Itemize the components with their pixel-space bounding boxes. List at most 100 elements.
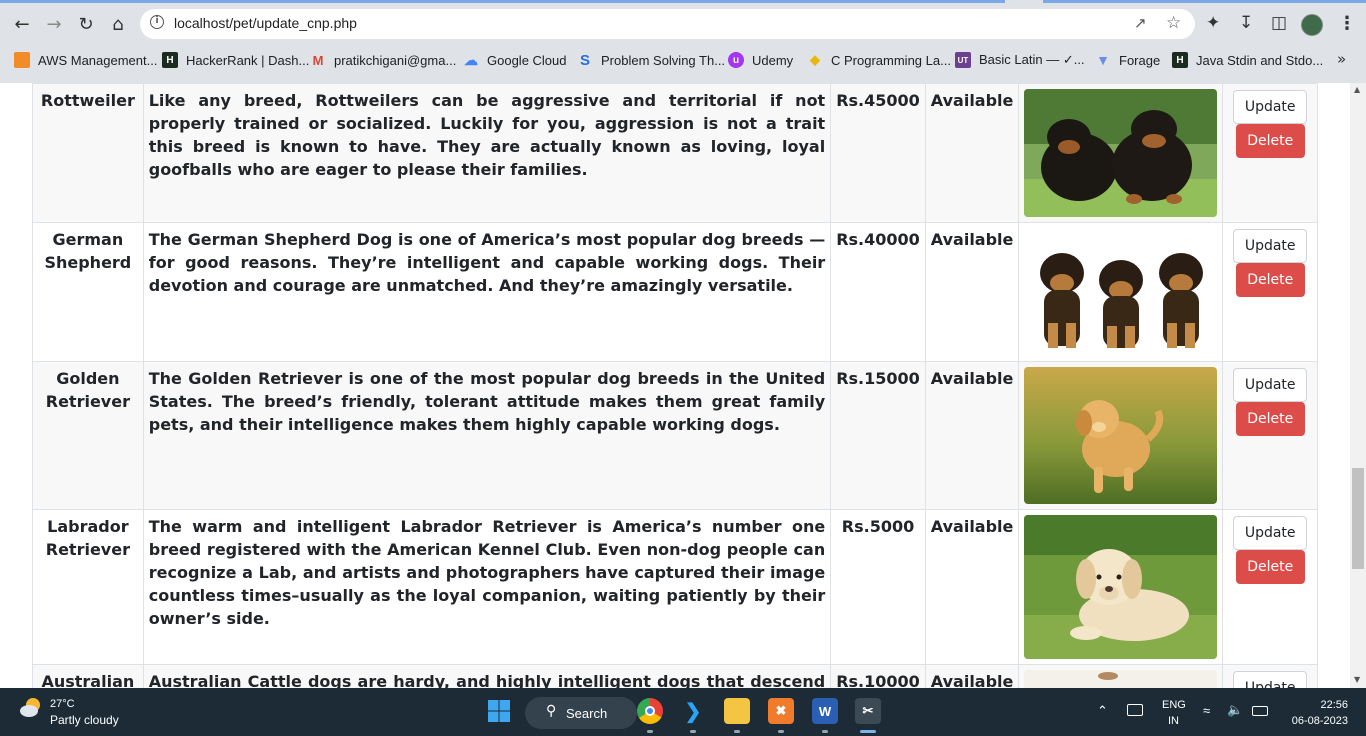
active-indicator xyxy=(860,730,876,733)
delete-button[interactable]: Delete xyxy=(1235,263,1305,297)
chrome-icon[interactable] xyxy=(637,698,663,724)
running-indicator xyxy=(778,730,784,733)
home-icon[interactable]: ⌂ xyxy=(103,9,133,39)
pet-name: Rottweiler xyxy=(32,83,144,223)
pet-description: The German Shepherd Dog is one of Americ… xyxy=(142,222,832,362)
snipping-tool-icon[interactable]: ✂ xyxy=(855,698,881,724)
volume-icon[interactable]: 🔈 xyxy=(1227,702,1243,718)
hackerrank-icon: H xyxy=(162,52,178,68)
bookmark-forage[interactable]: ▼ Forage xyxy=(1095,50,1160,70)
page-scrollbar[interactable]: ▲ ▼ xyxy=(1350,83,1366,688)
udemy-icon: u xyxy=(728,52,744,68)
bookmark-gmail[interactable]: Mpratikchigani@gma... xyxy=(310,50,457,70)
search-icon: ⚲ xyxy=(546,703,557,719)
clock-time[interactable]: 22:56 xyxy=(1290,699,1348,711)
bookmark-problem-solving[interactable]: S Problem Solving Th... xyxy=(577,50,725,70)
golden-retriever-puppy-photo xyxy=(1024,367,1218,504)
side-panel-icon[interactable]: ◫ xyxy=(1271,13,1287,33)
url-text[interactable]: localhost/pet/update_cnp.php xyxy=(174,15,357,31)
taskbar-search[interactable]: ⚲ Search xyxy=(525,697,637,729)
address-bar[interactable]: i localhost/pet/update_cnp.php ↗ ☆ xyxy=(140,9,1195,39)
bookmark-label: HackerRank | Dash... xyxy=(186,52,310,68)
bookmark-label: Basic Latin — ✓... xyxy=(979,52,1085,67)
bookmark-label: AWS Management... xyxy=(38,52,158,68)
update-button[interactable]: Update xyxy=(1233,368,1308,402)
region-label[interactable]: IN xyxy=(1168,715,1179,727)
tab-indicator xyxy=(1043,0,1366,3)
delete-button[interactable]: Delete xyxy=(1235,124,1305,158)
clock-date[interactable]: 06-08-2023 xyxy=(1280,715,1348,727)
weather-temperature[interactable]: 27°C xyxy=(50,698,75,710)
battery-icon[interactable] xyxy=(1252,706,1268,716)
download-icon[interactable]: ↧ xyxy=(1239,13,1253,33)
bookmarks-bar: AWS Management... H HackerRank | Dash... … xyxy=(0,44,1366,74)
pet-price: Rs.40000 xyxy=(830,222,926,362)
vscode-icon[interactable]: ❯ xyxy=(680,698,706,724)
extensions-puzzle-icon[interactable]: ✦ xyxy=(1206,13,1220,33)
active-tab-indicator xyxy=(0,0,1005,3)
weather-description[interactable]: Partly cloudy xyxy=(50,713,119,727)
file-explorer-icon[interactable] xyxy=(724,698,750,724)
reload-icon[interactable]: ↻ xyxy=(71,9,101,39)
delete-button[interactable]: Delete xyxy=(1235,402,1305,436)
bookmark-c-programming[interactable]: ◆ C Programming La... xyxy=(807,50,951,70)
ut-icon: UT xyxy=(955,52,971,68)
partly-cloudy-icon[interactable] xyxy=(19,695,43,719)
pet-price: Rs.15000 xyxy=(830,361,926,510)
table-row: Golden Retriever The Golden Retriever is… xyxy=(32,361,1318,510)
bookmark-aws[interactable]: AWS Management... xyxy=(14,50,157,70)
bookmark-star-icon[interactable]: ☆ xyxy=(1166,13,1181,33)
bookmark-java-stdin[interactable]: H Java Stdin and Stdo... xyxy=(1172,50,1323,70)
s-icon: S xyxy=(579,51,590,69)
bookmark-google-cloud[interactable]: ☁ Google Cloud xyxy=(463,50,567,70)
pet-status: Available xyxy=(924,509,1020,665)
update-button[interactable]: Update xyxy=(1233,229,1308,263)
running-indicator xyxy=(822,730,828,733)
chevron-up-icon[interactable]: ⌃ xyxy=(1097,703,1108,719)
scroll-down-arrow-icon[interactable]: ▼ xyxy=(1354,675,1360,684)
site-info-icon[interactable]: i xyxy=(150,15,164,29)
page-content: Rottweiler Like any breed, Rottweilers c… xyxy=(0,83,1350,688)
update-button[interactable]: Update xyxy=(1233,90,1308,124)
browser-chrome: ← → ↻ ⌂ i localhost/pet/update_cnp.php ↗… xyxy=(0,0,1366,83)
keyboard-icon[interactable] xyxy=(1127,704,1143,716)
update-button[interactable]: Update xyxy=(1233,671,1308,688)
bookmarks-overflow-icon[interactable]: » xyxy=(1337,50,1346,68)
back-arrow-icon[interactable]: ← xyxy=(7,9,37,39)
scroll-up-arrow-icon[interactable]: ▲ xyxy=(1354,85,1360,94)
table-row: Labrador Retriever The warm and intellig… xyxy=(32,509,1318,665)
browser-toolbar: ← → ↻ ⌂ i localhost/pet/update_cnp.php ↗… xyxy=(0,4,1366,44)
pet-price: Rs.10000 xyxy=(830,664,926,688)
pet-name: Labrador Retriever xyxy=(32,509,144,665)
bookmark-label: C Programming La... xyxy=(831,52,951,68)
xampp-icon[interactable]: ✖ xyxy=(768,698,794,724)
table-row: Australian Australian Cattle dogs are ha… xyxy=(32,664,1318,688)
update-button[interactable]: Update xyxy=(1233,516,1308,550)
pet-image-cell xyxy=(1018,83,1224,223)
windows-start-icon[interactable] xyxy=(486,698,512,724)
bookmark-label: Java Stdin and Stdo... xyxy=(1196,52,1324,68)
menu-kebab-icon[interactable]: ⋮ xyxy=(1338,13,1356,34)
pet-image-cell xyxy=(1018,222,1224,362)
forward-arrow-icon[interactable]: → xyxy=(39,9,69,39)
actions-cell: Update Delete xyxy=(1222,83,1318,223)
search-label: Search xyxy=(566,706,608,721)
hackerrank-icon: H xyxy=(1172,52,1188,68)
profile-avatar[interactable] xyxy=(1301,14,1323,36)
bookmark-hackerrank[interactable]: H HackerRank | Dash... xyxy=(162,50,309,70)
language-label[interactable]: ENG xyxy=(1162,699,1186,711)
bookmark-udemy[interactable]: u Udemy xyxy=(728,50,793,70)
delete-button[interactable]: Delete xyxy=(1235,550,1305,584)
pet-name: Golden Retriever xyxy=(32,361,144,510)
pet-status: Available xyxy=(924,664,1020,688)
share-icon[interactable]: ↗ xyxy=(1134,14,1147,32)
word-icon[interactable]: W xyxy=(812,698,838,724)
pet-description: Like any breed, Rottweilers can be aggre… xyxy=(142,83,832,223)
pet-status: Available xyxy=(924,361,1020,510)
forage-icon: ▼ xyxy=(1096,52,1110,68)
scrollbar-thumb[interactable] xyxy=(1352,468,1364,569)
bookmark-basic-latin[interactable]: UT Basic Latin — ✓... xyxy=(955,50,1085,70)
wifi-icon[interactable]: ≈ xyxy=(1203,703,1210,718)
bookmark-label: Problem Solving Th... xyxy=(601,52,726,68)
table-row: German Shepherd The German Shepherd Dog … xyxy=(32,222,1318,362)
